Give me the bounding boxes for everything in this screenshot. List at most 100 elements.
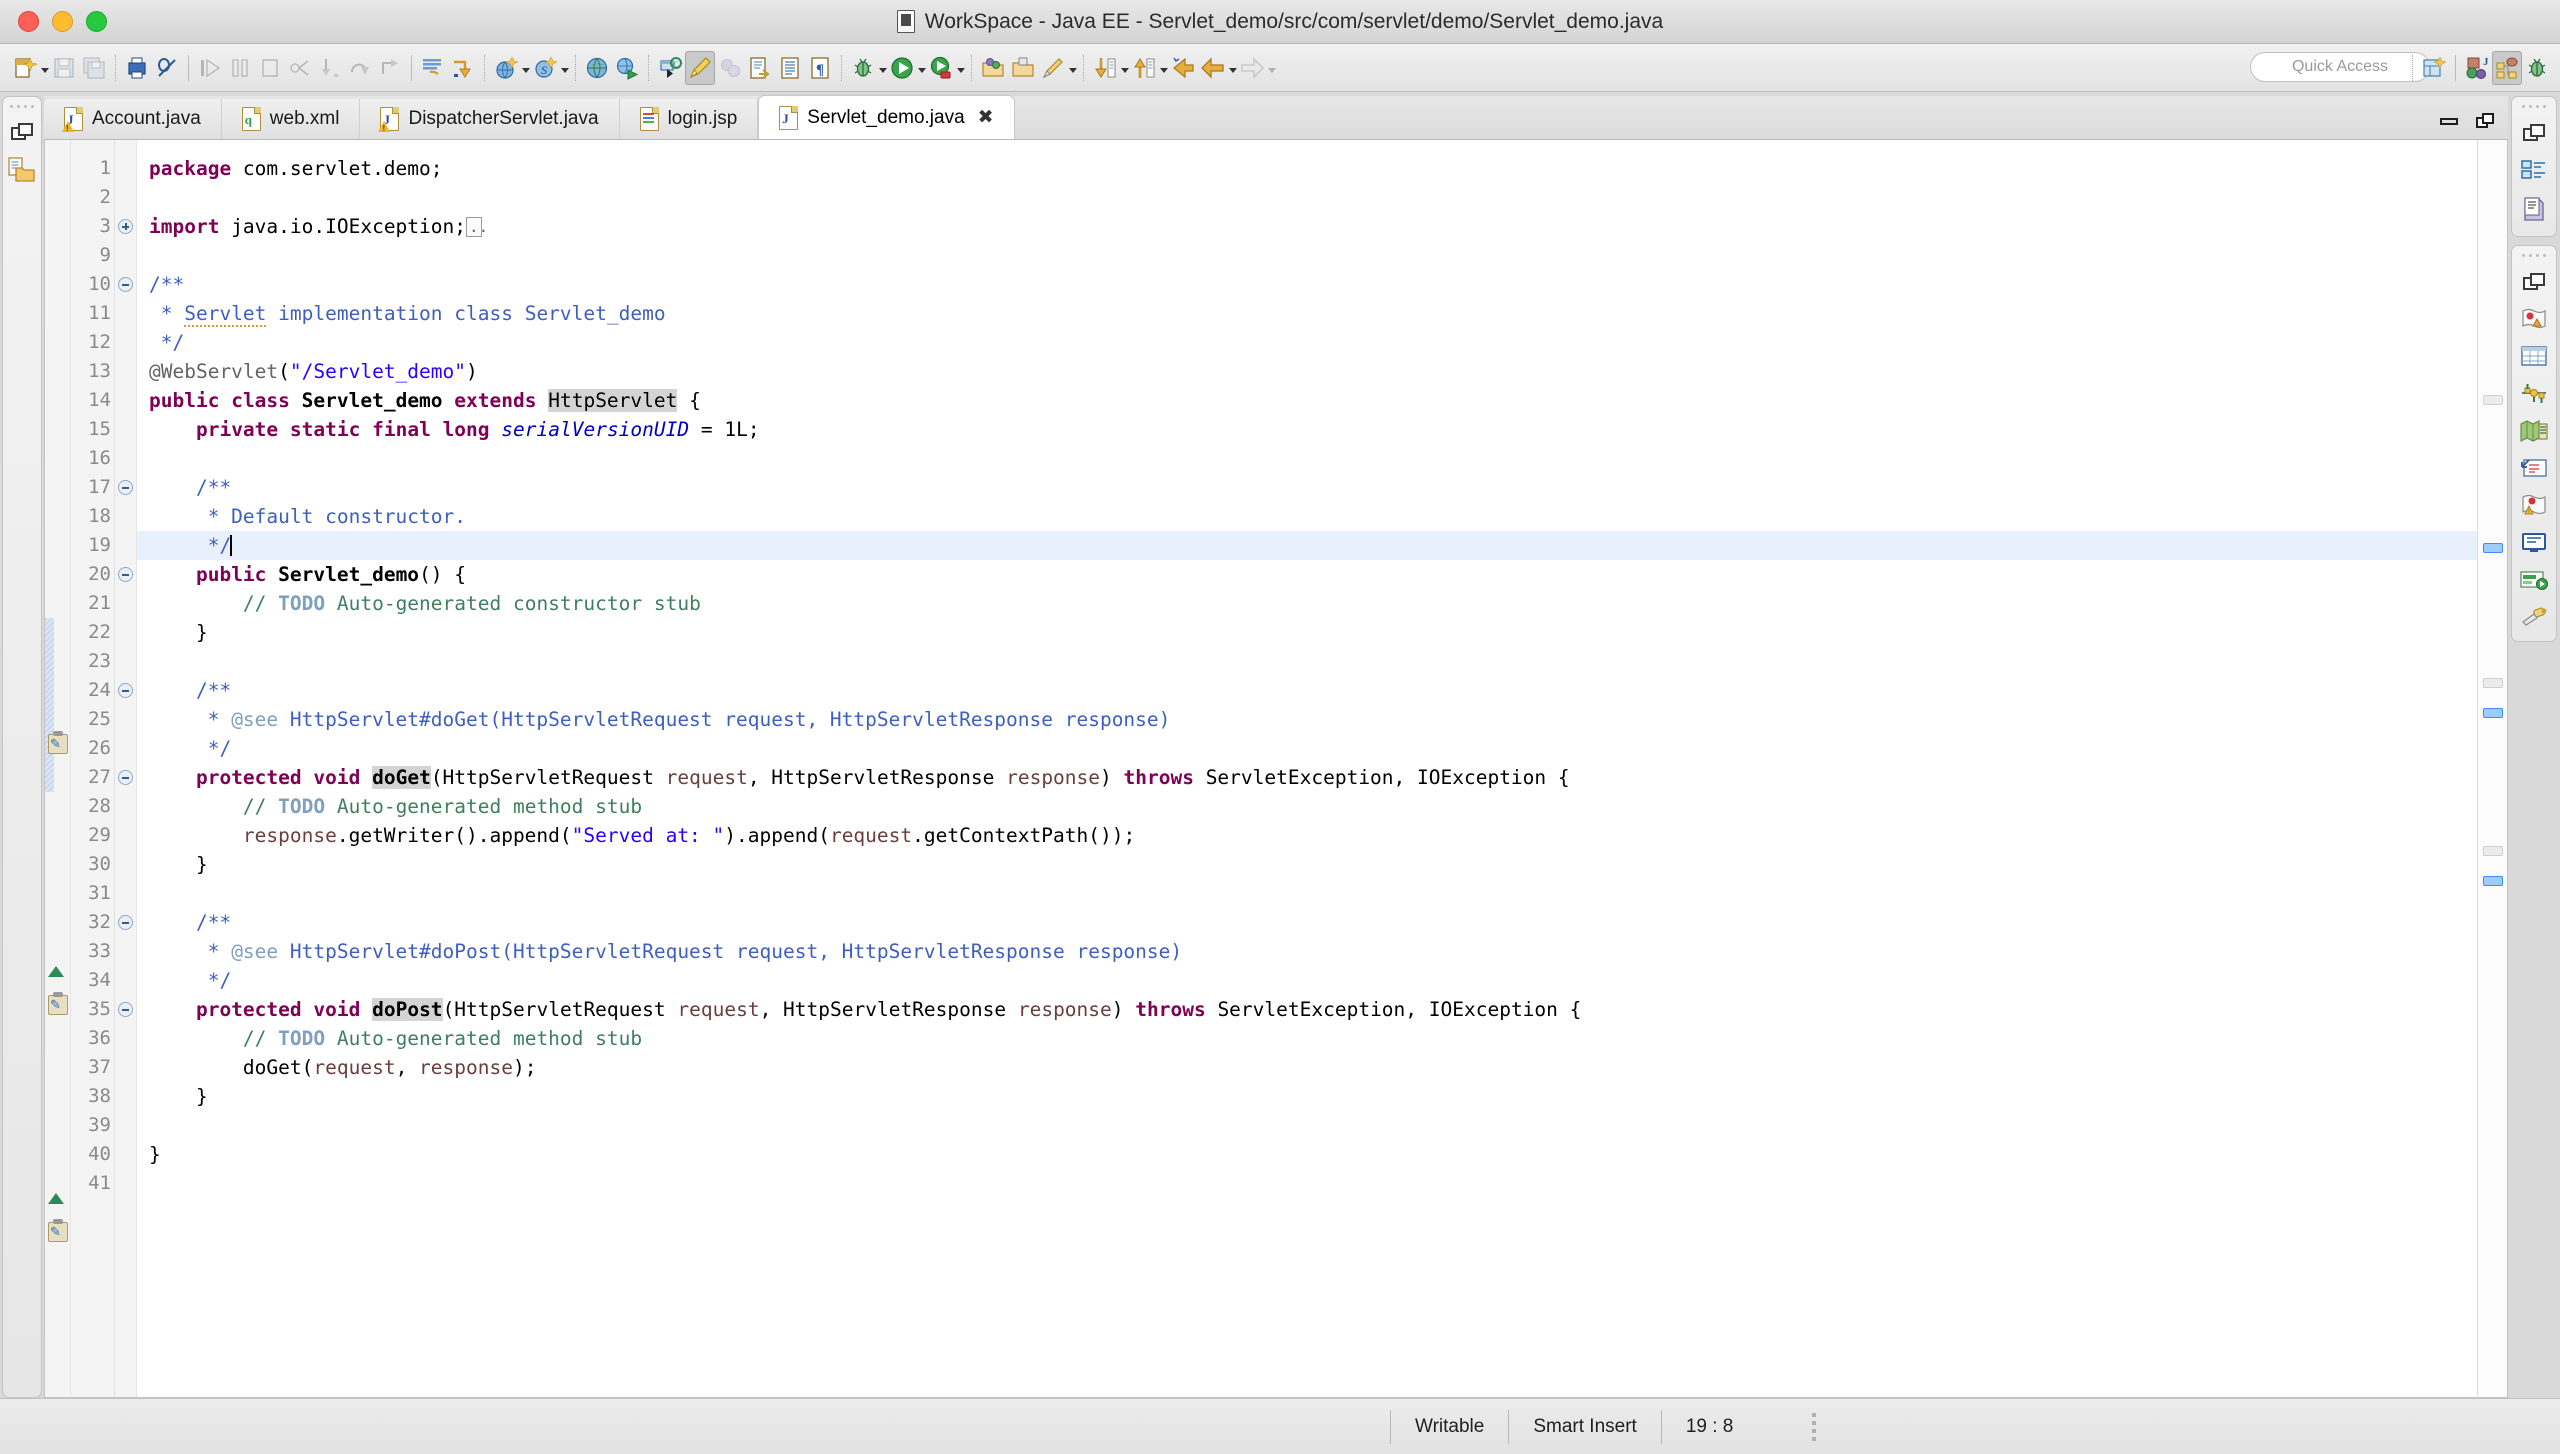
open-type-button[interactable]: [775, 51, 805, 85]
properties-table-icon: [2521, 346, 2547, 366]
new-dynamic-project-dropdown[interactable]: [522, 68, 530, 73]
task-list-view-button[interactable]: [2522, 197, 2546, 226]
open-web-browser-button[interactable]: [582, 51, 612, 85]
debug-dropdown[interactable]: [879, 68, 887, 73]
new-wizard-button[interactable]: [10, 51, 40, 85]
new-server-dropdown[interactable]: [561, 68, 569, 73]
tab-account-java[interactable]: J Account.java: [44, 99, 222, 139]
highlight-button[interactable]: [685, 50, 715, 85]
perspective-debug-button[interactable]: [2522, 51, 2552, 85]
resume-button[interactable]: [195, 51, 225, 85]
problems-view-button[interactable]: !: [2521, 494, 2547, 521]
step-into-button[interactable]: [315, 51, 345, 85]
forward-button[interactable]: [1237, 51, 1267, 85]
zoom-button[interactable]: [86, 11, 107, 32]
fold-widget-collapse-javadoc-32[interactable]: [115, 908, 136, 937]
fold-widget-collapse-javadoc-10[interactable]: [115, 270, 136, 299]
fold-widget-collapse-javadoc-24[interactable]: [115, 676, 136, 705]
fastview-grip[interactable]: [10, 105, 34, 108]
next-annotation-button[interactable]: [448, 51, 478, 85]
bubbles-button[interactable]: [715, 51, 745, 85]
fastview-grip[interactable]: [2522, 105, 2546, 108]
next-member-button[interactable]: [1090, 51, 1120, 85]
perspective-java-button[interactable]: [2492, 50, 2522, 85]
source-code[interactable]: package com.servlet.demo; import java.io…: [137, 140, 2477, 1397]
window-controls[interactable]: [18, 11, 107, 32]
open-task-folder-button[interactable]: [1008, 51, 1038, 85]
open-task-button[interactable]: [745, 51, 775, 85]
terminate-button[interactable]: [255, 51, 285, 85]
run-external-tools-button[interactable]: [926, 51, 956, 85]
code-line: }: [149, 853, 208, 876]
previous-member-button[interactable]: [1129, 51, 1159, 85]
run-button[interactable]: [887, 51, 917, 85]
debug-button[interactable]: [848, 51, 878, 85]
markers-view-button[interactable]: [2521, 308, 2547, 335]
servers-view-button[interactable]: [2521, 382, 2547, 409]
forward-dropdown[interactable]: [1268, 68, 1276, 73]
fold-widget-expand-imports[interactable]: [115, 212, 136, 241]
new-java-class-button[interactable]: C: [655, 51, 685, 85]
collapsed-imports-box[interactable]: [466, 212, 488, 241]
editor-text-area[interactable]: 1 2 3 9 10 11 12 13 14 15 16 17 18 19 20…: [44, 140, 2508, 1398]
restore-view-button[interactable]: [2523, 123, 2545, 148]
status-resize-grip[interactable]: [1812, 1412, 1817, 1441]
run-dropdown[interactable]: [918, 68, 926, 73]
step-over-button[interactable]: [345, 51, 375, 85]
fold-widget-collapse-method-35[interactable]: [115, 995, 136, 1024]
fold-widget-collapse-method-27[interactable]: [115, 763, 136, 792]
new-server-button[interactable]: S: [530, 51, 560, 85]
back-button[interactable]: [1198, 51, 1228, 85]
minimize-editor-icon[interactable]: [2440, 117, 2458, 125]
tab-web-xml[interactable]: q web.xml: [221, 99, 361, 139]
project-explorer-button[interactable]: [8, 157, 36, 188]
console-view-button[interactable]: [2521, 532, 2547, 559]
next-member-dropdown[interactable]: [1121, 68, 1129, 73]
external-tools-dropdown[interactable]: [957, 68, 965, 73]
show-whitespace-button[interactable]: ¶: [805, 51, 835, 85]
new-perspective-button[interactable]: [2419, 51, 2449, 85]
quick-access-input[interactable]: Quick Access: [2250, 52, 2430, 82]
properties-view-button[interactable]: [2521, 346, 2547, 371]
back-dropdown[interactable]: [1229, 68, 1237, 73]
fold-widget-collapse-javadoc-17[interactable]: [115, 473, 136, 502]
overview-ruler[interactable]: [2477, 140, 2507, 1397]
tab-servlet-demo-java[interactable]: J Servlet_demo.java ✖: [758, 95, 1015, 139]
new-wizard-dropdown[interactable]: [41, 68, 49, 73]
progress-view-button[interactable]: [2520, 570, 2548, 595]
pencil-button[interactable]: [1038, 51, 1068, 85]
folding-ruler[interactable]: [115, 140, 137, 1397]
previous-member-dropdown[interactable]: [1160, 68, 1168, 73]
data-source-explorer-button[interactable]: [2520, 420, 2548, 447]
tab-dispatcher-servlet-java[interactable]: J DispatcherServlet.java: [360, 99, 620, 139]
outline-view-button[interactable]: [2521, 159, 2547, 186]
perspective-java-ee-button[interactable]: J: [2462, 51, 2492, 85]
step-return-button[interactable]: [375, 51, 405, 85]
snippets-view-button[interactable]: [2521, 458, 2547, 483]
tab-login-jsp[interactable]: login.jsp: [619, 99, 759, 139]
save-button[interactable]: [49, 51, 79, 85]
print-button[interactable]: [122, 51, 152, 85]
search-view-button[interactable]: [2520, 606, 2548, 631]
new-dynamic-project-button[interactable]: [491, 51, 521, 85]
fold-widget-collapse-method-20[interactable]: [115, 560, 136, 589]
java-perspective-icon: [2496, 57, 2518, 78]
remove-breakpoints-button[interactable]: [152, 51, 182, 85]
skip-all-breakpoints-button[interactable]: [418, 51, 448, 85]
restore-view-button[interactable]: [11, 122, 33, 147]
last-edit-location-button[interactable]: [1168, 51, 1198, 85]
disconnect-button[interactable]: [285, 51, 315, 85]
suspend-button[interactable]: [225, 51, 255, 85]
minimize-button[interactable]: [52, 11, 73, 32]
search-button[interactable]: [978, 51, 1008, 85]
run-on-server-button[interactable]: [612, 51, 642, 85]
tab-close-icon[interactable]: ✖: [978, 108, 994, 127]
fastview-grip[interactable]: [2522, 254, 2546, 257]
marker-ruler[interactable]: [45, 140, 71, 1397]
pencil-dropdown[interactable]: [1069, 68, 1077, 73]
restore-view-button-2[interactable]: [2523, 272, 2545, 297]
close-button[interactable]: [18, 11, 39, 32]
save-all-button[interactable]: [79, 51, 109, 85]
maximize-editor-icon[interactable]: [2476, 113, 2494, 129]
line-number: 10: [88, 273, 111, 295]
